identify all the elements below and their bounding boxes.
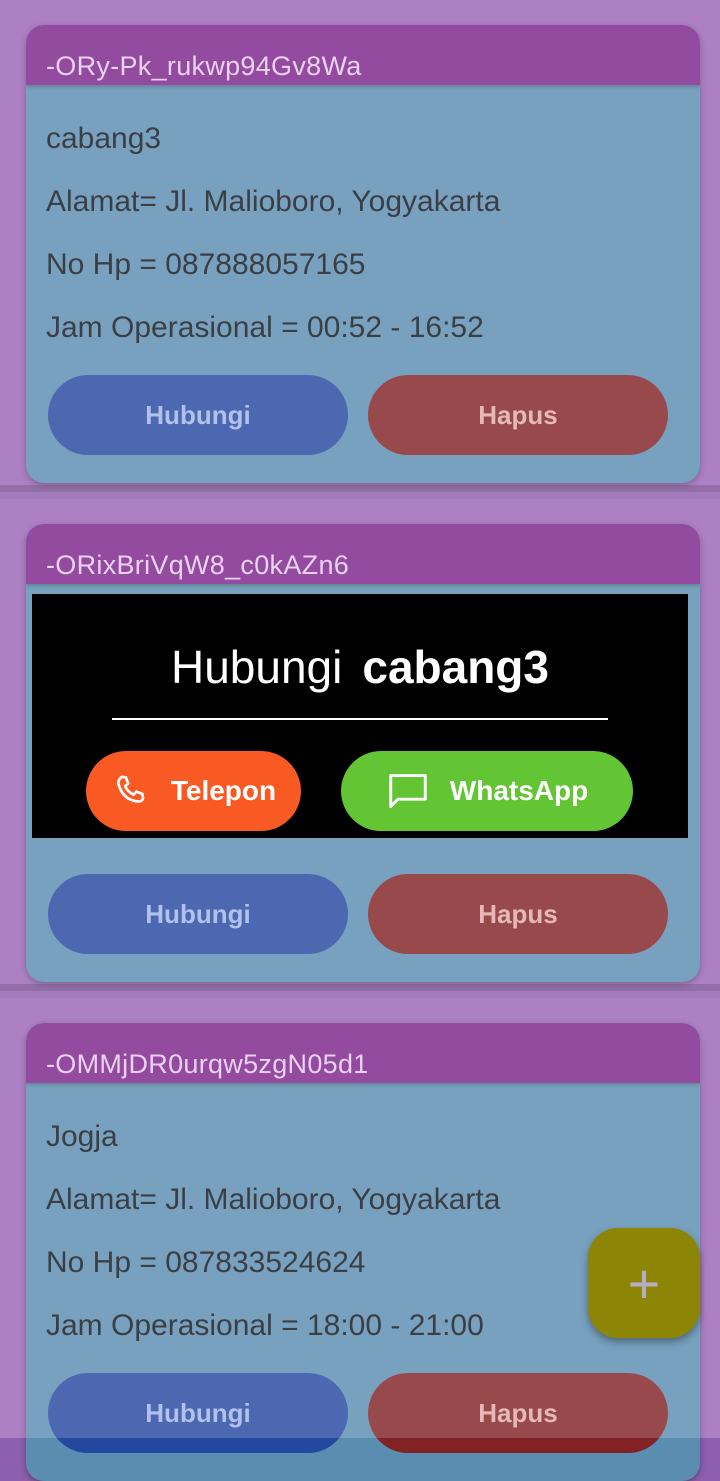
contact-dialog: Hubungi cabang3 Telepon WhatsApp bbox=[32, 594, 688, 838]
phone-icon bbox=[116, 775, 145, 803]
dialog-divider bbox=[112, 718, 608, 720]
whatsapp-button[interactable]: WhatsApp bbox=[341, 751, 633, 831]
dialog-title-prefix: Hubungi bbox=[171, 641, 343, 693]
plus-icon: + bbox=[627, 1251, 661, 1315]
telepon-button[interactable]: Telepon bbox=[86, 751, 301, 831]
telepon-label: Telepon bbox=[170, 775, 277, 806]
message-icon bbox=[389, 774, 427, 808]
whatsapp-label: WhatsApp bbox=[449, 775, 589, 806]
dialog-title: Hubungi cabang3 bbox=[32, 640, 688, 694]
dialog-title-name: cabang3 bbox=[362, 641, 549, 693]
add-branch-button[interactable]: + bbox=[588, 1228, 700, 1338]
